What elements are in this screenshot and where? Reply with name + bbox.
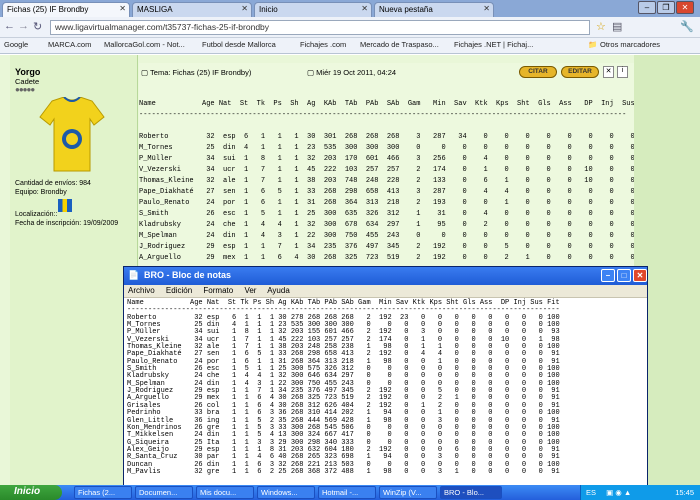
maximize-icon[interactable]: □	[617, 269, 631, 282]
bookmark-item[interactable]: Google	[4, 40, 28, 49]
bookmark-item[interactable]: Fichajes .com	[300, 40, 346, 49]
forward-icon[interactable]: →	[18, 20, 29, 32]
delete-icon[interactable]: ✕	[603, 66, 614, 78]
bookmark-item[interactable]: Futbol desde Mallorca	[202, 40, 276, 49]
ip-icon[interactable]: i	[617, 66, 628, 78]
notepad-text[interactable]: Name Age Nat St Tk Ps Sh Ag KAb TAb PAb …	[127, 299, 560, 476]
notepad-text-area[interactable]: Name Age Nat St Tk Ps Sh Ag KAb TAb PAb …	[124, 298, 647, 491]
topic-title: Tema: Fichas (25) IF Brondby)	[150, 68, 252, 77]
menu-ayuda[interactable]: Ayuda	[267, 286, 290, 295]
menu-formato[interactable]: Formato	[203, 286, 233, 295]
quote-button[interactable]: CITAR	[519, 66, 557, 78]
bookmarks-bar: Google MARCA.com MallorcaGol.com - Not..…	[0, 38, 700, 54]
notepad-title: BRO - Bloc de notas	[144, 270, 232, 280]
taskbar-item[interactable]: Fichas (2...	[74, 486, 132, 499]
avatar	[38, 96, 106, 173]
wrench-icon[interactable]: 🔧	[680, 20, 694, 33]
back-icon[interactable]: ←	[4, 20, 15, 32]
tab-masliga[interactable]: MASLIGA ✕	[132, 2, 252, 17]
close-tab-icon[interactable]: ✕	[241, 4, 248, 13]
tray-icons[interactable]: ▣ ◉ ▲	[606, 488, 631, 497]
tab-label: Nueva pestaña	[379, 5, 433, 14]
post-count: Cantidad de envíos: 984	[15, 180, 91, 187]
taskbar-item[interactable]: Mis docu...	[196, 486, 254, 499]
bookmark-item[interactable]: Fichajes .NET | Fichaj...	[454, 40, 533, 49]
maximize-icon[interactable]: ❐	[657, 1, 675, 14]
flag-icon	[58, 199, 72, 212]
notepad-titlebar[interactable]: 📄 BRO - Bloc de notas – □ ✕	[124, 267, 647, 285]
tab-label: Fichas (25) IF Brondby	[7, 5, 89, 14]
post-topic: ▢ Tema: Fichas (25) IF Brondby)	[141, 68, 252, 77]
location-label: Localización::	[15, 211, 58, 218]
menu-archivo[interactable]: Archivo	[128, 286, 155, 295]
bookmark-star-icon[interactable]: ☆	[596, 20, 606, 33]
user-profile-panel: Yorgo Cadete ●●●●● Cantidad de envíos: 9…	[10, 55, 138, 485]
notepad-menu-bar: Archivo Edición Formato Ver Ayuda	[124, 285, 647, 298]
bookmark-item[interactable]: Otros marcadores	[600, 40, 660, 49]
browser-tab-strip: Fichas (25) IF Brondby ✕ MASLIGA ✕ Inicio ✕…	[0, 0, 700, 17]
bookmark-item[interactable]: MARCA.com	[48, 40, 91, 49]
folder-icon: 📁	[588, 40, 598, 49]
join-date: Fecha de inscripción: 19/09/2009	[15, 220, 119, 227]
close-tab-icon[interactable]: ✕	[119, 4, 126, 13]
close-tab-icon[interactable]: ✕	[483, 4, 490, 13]
taskbar: Inicio Fichas (2... Documen... Mis docu.…	[0, 485, 700, 500]
taskbar-item-active[interactable]: BRO - Blo...	[440, 486, 502, 499]
page-menu-icon[interactable]: ▤	[612, 20, 622, 33]
taskbar-item[interactable]: WinZip (V...	[379, 486, 437, 499]
tab-label: MASLIGA	[137, 5, 173, 14]
close-window-icon[interactable]: ✕	[676, 1, 694, 14]
reload-icon[interactable]: ↻	[33, 20, 42, 33]
minimize-icon[interactable]: –	[638, 1, 656, 14]
url-input[interactable]: www.ligavirtualmanager.com/t35737-fichas…	[50, 20, 590, 35]
tab-new[interactable]: Nueva pestaña ✕	[374, 2, 494, 17]
taskbar-item[interactable]: Documen...	[135, 486, 193, 499]
tab-inicio[interactable]: Inicio ✕	[254, 2, 372, 17]
clock: 15:45	[675, 488, 694, 497]
post-date-text: Miér 19 Oct 2011, 04:24	[316, 68, 397, 77]
address-toolbar: ← → ↻ www.ligavirtualmanager.com/t35737-…	[0, 17, 700, 38]
tab-fichas[interactable]: Fichas (25) IF Brondby ✕	[2, 2, 130, 17]
system-tray: ES ▣ ◉ ▲ 15:45	[580, 485, 700, 500]
start-label: Inicio	[14, 486, 41, 497]
close-icon[interactable]: ✕	[633, 269, 647, 282]
taskbar-item[interactable]: Windows...	[257, 486, 315, 499]
rank-stars-icon: ●●●●●	[15, 85, 35, 94]
bookmark-item[interactable]: MallorcaGol.com - Not...	[104, 40, 185, 49]
minimize-icon[interactable]: –	[601, 269, 615, 282]
close-tab-icon[interactable]: ✕	[361, 4, 368, 13]
post-date: ▢ Miér 19 Oct 2011, 04:24	[307, 68, 397, 77]
team-label: Equipo: Brondby	[15, 189, 67, 196]
edit-button[interactable]: EDITAR	[561, 66, 599, 78]
username[interactable]: Yorgo	[15, 67, 40, 77]
stats-table-text: Name Age Nat St Tk Ps Sh Ag KAb TAb PAb …	[139, 100, 656, 262]
menu-ver[interactable]: Ver	[244, 286, 256, 295]
bookmark-item[interactable]: Mercado de Traspaso...	[360, 40, 439, 49]
tab-label: Inicio	[259, 5, 278, 14]
start-button[interactable]: Inicio	[0, 485, 62, 500]
notepad-icon: 📄	[128, 270, 140, 280]
taskbar-item[interactable]: Hotmail -...	[318, 486, 376, 499]
notepad-window[interactable]: 📄 BRO - Bloc de notas – □ ✕ Archivo Edic…	[123, 266, 648, 492]
language-indicator[interactable]: ES	[586, 488, 596, 497]
menu-edicion[interactable]: Edición	[166, 286, 192, 295]
